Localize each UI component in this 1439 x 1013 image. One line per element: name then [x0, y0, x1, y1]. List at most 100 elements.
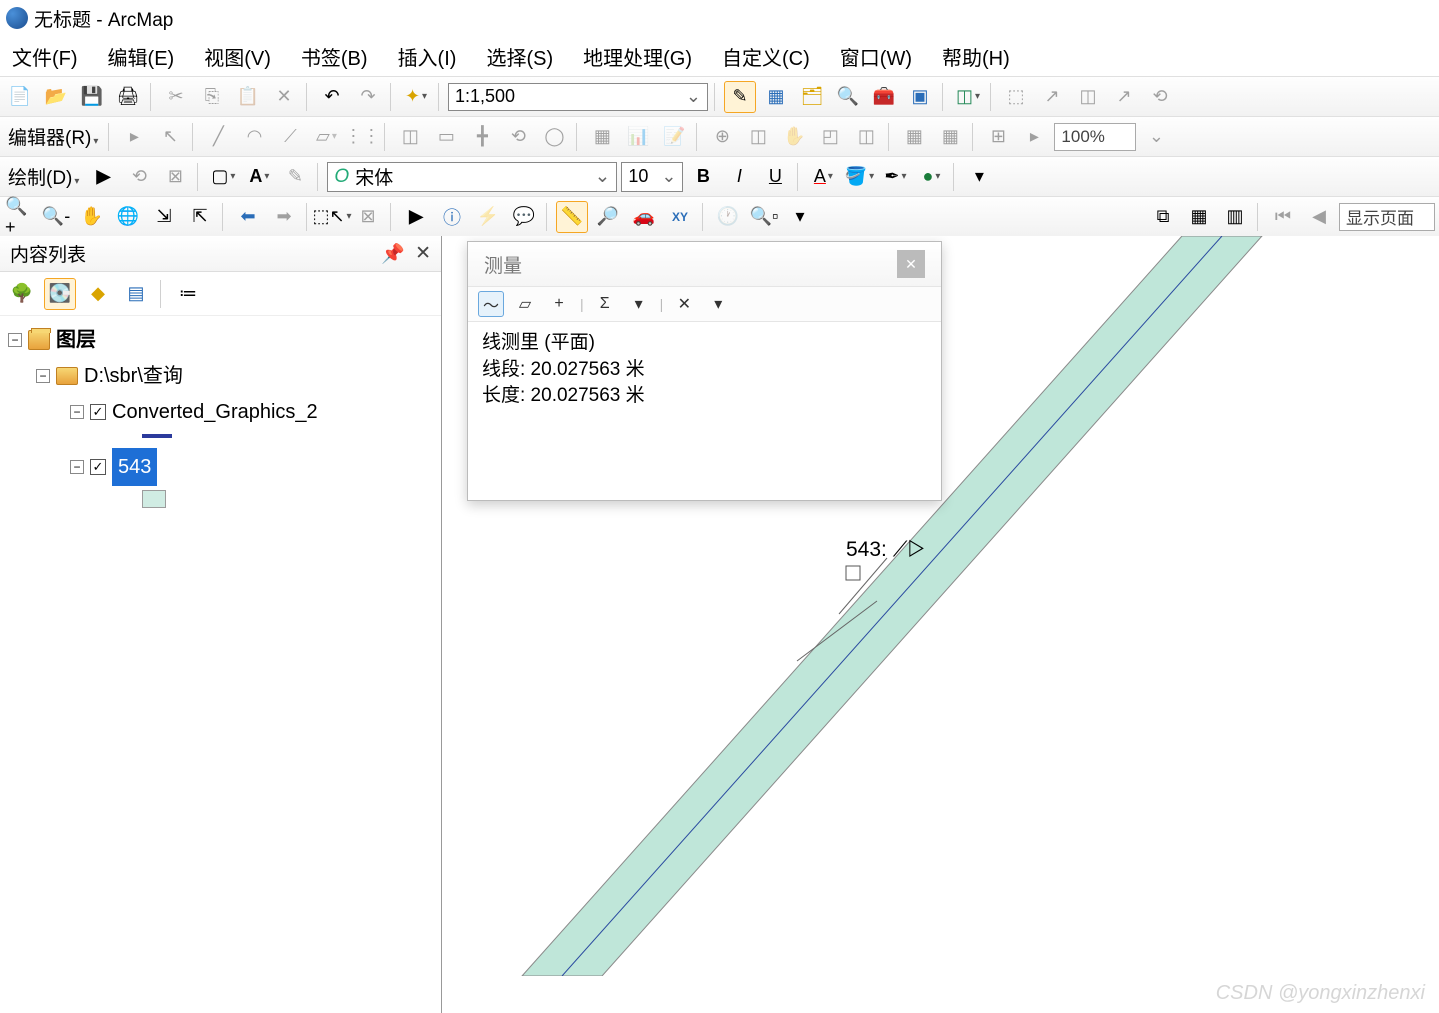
menu-insert[interactable]: 插入(I): [398, 42, 457, 71]
map-view[interactable]: 543: ⟋▷ 测量 ✕ 〜 ▱ + | Σ ▾ | ✕ ▾ 线测里 (平面) …: [442, 236, 1439, 1013]
layer-name: 543: [112, 448, 157, 486]
fill-color-icon[interactable]: 🪣: [843, 161, 875, 193]
font-color-icon[interactable]: A: [807, 161, 839, 193]
menu-window[interactable]: 窗口(W): [840, 42, 912, 71]
fixed-zoom-out-icon[interactable]: ⇱: [184, 201, 216, 233]
layout-tool2-icon[interactable]: ▦: [1183, 201, 1215, 233]
separator: [714, 83, 718, 111]
list-by-draworder-icon[interactable]: 🌳: [6, 278, 38, 310]
menu-view[interactable]: 视图(V): [204, 42, 271, 71]
options-icon[interactable]: ≔: [172, 278, 204, 310]
measure-feature-icon[interactable]: +: [546, 291, 572, 317]
open-icon[interactable]: 📂: [40, 81, 72, 113]
show-page-label: 显示页面: [1346, 204, 1414, 229]
editor-toolbar-icon[interactable]: ✎: [724, 81, 756, 113]
more-icon[interactable]: ▾: [963, 161, 995, 193]
html-popup-icon[interactable]: 💬: [508, 201, 540, 233]
tree-layer-0[interactable]: − ✓ Converted_Graphics_2: [8, 394, 433, 430]
bold-icon[interactable]: B: [687, 161, 719, 193]
pin-icon[interactable]: 📌: [381, 242, 405, 266]
collapse-icon[interactable]: −: [70, 405, 84, 419]
measure-area-icon[interactable]: ▱: [512, 291, 538, 317]
menu-selection[interactable]: 选择(S): [486, 42, 553, 71]
sum-icon[interactable]: Σ: [592, 291, 618, 317]
measure-icon[interactable]: 📏: [556, 201, 588, 233]
tool-i-icon: ▸: [1018, 121, 1050, 153]
font-select[interactable]: O宋体⌄: [327, 162, 617, 192]
italic-icon[interactable]: I: [723, 161, 755, 193]
tree-layer-1[interactable]: − ✓ 543: [8, 448, 433, 486]
layer-checkbox[interactable]: ✓: [90, 459, 106, 475]
menu-bookmarks[interactable]: 书签(B): [301, 42, 368, 71]
chevron-down-icon[interactable]: ▾: [626, 291, 652, 317]
layout-tool1-icon[interactable]: ⧉: [1147, 201, 1179, 233]
menu-edit[interactable]: 编辑(E): [108, 42, 175, 71]
separator: [1257, 203, 1261, 231]
dropdown-icon[interactable]: ▾: [784, 201, 816, 233]
chevron-down-icon[interactable]: ⌄: [686, 86, 701, 107]
menu-customize[interactable]: 自定义(C): [722, 42, 810, 71]
print-icon[interactable]: 🖨: [112, 81, 144, 113]
layer-checkbox[interactable]: ✓: [90, 404, 106, 420]
list-by-visibility-icon[interactable]: ◆: [82, 278, 114, 310]
line-color-icon[interactable]: ✒: [879, 161, 911, 193]
model-builder-icon[interactable]: ◫: [952, 81, 984, 113]
fixed-zoom-in-icon[interactable]: ⇲: [148, 201, 180, 233]
list-by-selection-icon[interactable]: ▤: [120, 278, 152, 310]
measure-line-icon[interactable]: 〜: [478, 291, 504, 317]
rectangle-icon[interactable]: ▢: [207, 161, 239, 193]
pan-icon[interactable]: ✋: [76, 201, 108, 233]
close-icon[interactable]: ✕: [415, 242, 431, 266]
show-page-input[interactable]: 显示页面: [1339, 203, 1435, 231]
zoom-input[interactable]: 100%: [1054, 123, 1136, 151]
measure-window[interactable]: 测量 ✕ 〜 ▱ + | Σ ▾ | ✕ ▾ 线测里 (平面) 线段: 20.0…: [467, 241, 942, 501]
collapse-icon[interactable]: −: [8, 333, 22, 347]
find-icon[interactable]: 🔎: [592, 201, 624, 233]
measure-title-bar[interactable]: 测量 ✕: [468, 242, 941, 286]
editor-toolbar: 编辑器(R) ▸ ↖ ╱ ◠ ⟋ ▱ ⋮⋮ ◫ ▭ ╋ ⟲ ◯ ▦ 📊 📝 ⊕ …: [0, 116, 1439, 156]
chevron-down-icon[interactable]: ▾: [705, 291, 731, 317]
layer-symbol-fill[interactable]: [142, 490, 166, 508]
identify-icon[interactable]: ⓘ: [436, 201, 468, 233]
arctoolbox-icon[interactable]: 🧰: [868, 81, 900, 113]
scale-input[interactable]: 1:1,500⌄: [448, 83, 708, 111]
menu-file[interactable]: 文件(F): [12, 42, 78, 71]
copy-icon: ⎘: [196, 81, 228, 113]
editor-menu[interactable]: 编辑器(R): [4, 123, 102, 150]
tree-root[interactable]: − 图层: [8, 322, 433, 358]
marker-color-icon[interactable]: ●: [915, 161, 947, 193]
zoom-in-icon[interactable]: 🔍+: [4, 201, 36, 233]
python-icon[interactable]: ▣: [904, 81, 936, 113]
select-features-icon[interactable]: ⬚↖: [316, 201, 348, 233]
search-icon[interactable]: 🔍: [832, 81, 864, 113]
menu-geoprocessing[interactable]: 地理处理(G): [583, 42, 692, 71]
go-to-xy-icon[interactable]: XY: [664, 201, 696, 233]
add-data-icon[interactable]: ✦: [400, 81, 432, 113]
create-viewer-icon[interactable]: 🔍▫: [748, 201, 780, 233]
underline-icon[interactable]: U: [759, 161, 791, 193]
chevron-down-icon[interactable]: ⌄: [595, 165, 611, 188]
chevron-down-icon[interactable]: ⌄: [661, 166, 676, 187]
close-icon[interactable]: ✕: [897, 250, 925, 278]
list-by-source-icon[interactable]: 💽: [44, 278, 76, 310]
tree-folder[interactable]: − D:\sbr\查询: [8, 358, 433, 394]
select-icon[interactable]: ▶: [87, 161, 119, 193]
toc-icon[interactable]: ▦: [760, 81, 792, 113]
font-size-select[interactable]: 10⌄: [621, 162, 683, 192]
layout-tool3-icon[interactable]: ▥: [1219, 201, 1251, 233]
catalog-icon[interactable]: 🗂: [796, 81, 828, 113]
back-extent-icon[interactable]: ⬅: [232, 201, 264, 233]
find-route-icon[interactable]: 🚗: [628, 201, 660, 233]
draw-menu[interactable]: 绘制(D): [4, 163, 83, 190]
pointer-icon[interactable]: ▶: [400, 201, 432, 233]
collapse-icon[interactable]: −: [70, 460, 84, 474]
text-tool-icon[interactable]: A: [243, 161, 275, 193]
undo-icon[interactable]: ↶: [316, 81, 348, 113]
new-icon[interactable]: 📄: [4, 81, 36, 113]
full-extent-icon[interactable]: 🌐: [112, 201, 144, 233]
save-icon[interactable]: 💾: [76, 81, 108, 113]
zoom-out-icon[interactable]: 🔍-: [40, 201, 72, 233]
clear-icon[interactable]: ✕: [671, 291, 697, 317]
menu-help[interactable]: 帮助(H): [942, 42, 1010, 71]
collapse-icon[interactable]: −: [36, 369, 50, 383]
